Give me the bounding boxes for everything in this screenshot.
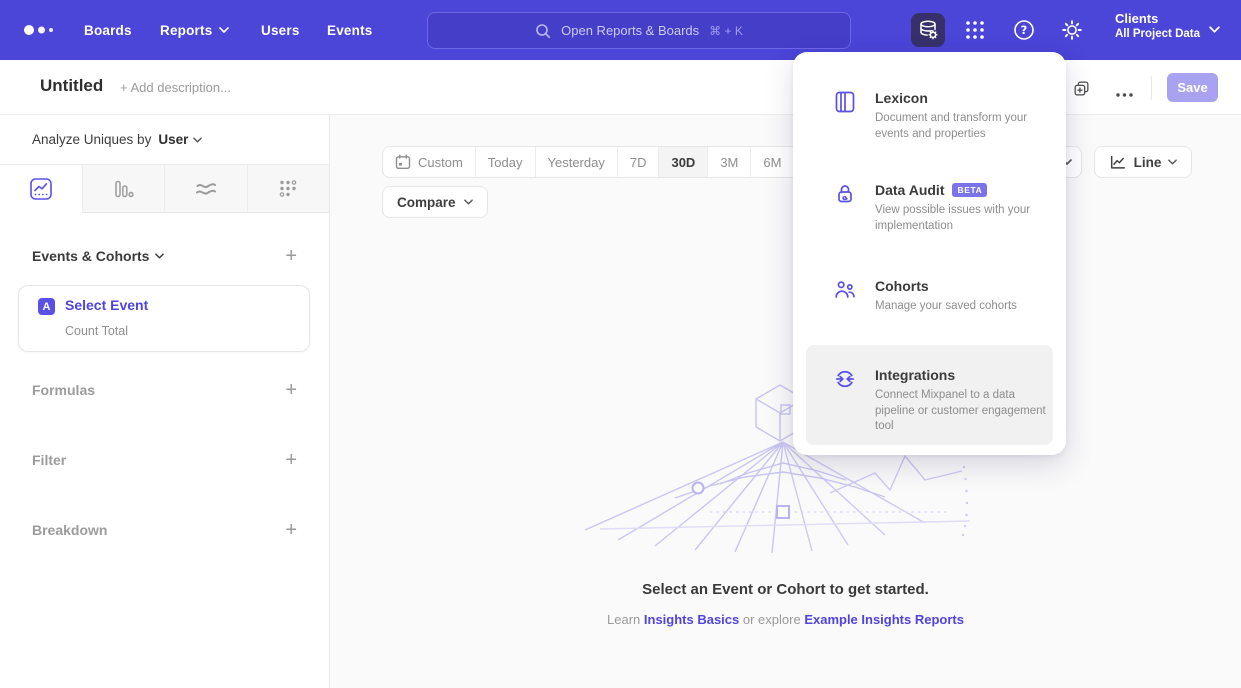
calendar-icon — [395, 154, 411, 170]
add-breakdown-button[interactable]: + — [285, 521, 297, 539]
data-management-button[interactable] — [911, 13, 945, 47]
chevron-down-icon — [155, 253, 164, 259]
help-icon: ? — [1012, 18, 1036, 42]
line-chart-icon — [1109, 153, 1127, 171]
empty-state-links: Learn Insights Basics or explore Example… — [330, 612, 1241, 627]
chevron-down-icon — [1168, 159, 1177, 165]
menu-item-integrations[interactable]: Integrations Connect Mixpanel to a data … — [806, 345, 1053, 445]
menu-item-cohorts[interactable]: Cohorts Manage your saved cohorts — [806, 270, 1053, 318]
chevron-down-icon — [193, 137, 202, 143]
breakdown-row: Breakdown + — [32, 520, 297, 540]
chevron-down-icon — [1209, 26, 1220, 33]
event-card[interactable]: A Select Event Count Total — [18, 285, 310, 352]
learn-prefix: Learn — [607, 612, 644, 627]
nav-item-reports[interactable]: Reports — [160, 0, 229, 60]
menu-item-data-audit[interactable]: Data Audit BETA View possible issues wit… — [806, 174, 1053, 246]
analyze-entity-dropdown[interactable]: User — [158, 132, 202, 147]
lexicon-icon — [833, 90, 857, 114]
search-input[interactable]: Open Reports & Boards ⌘ + K — [427, 12, 851, 49]
analyze-row: Analyze Uniques by User — [0, 115, 329, 165]
ellipsis-icon — [1115, 92, 1134, 98]
explore-text: or explore — [739, 612, 804, 627]
tab-metric-grid[interactable] — [248, 165, 330, 213]
header-divider — [1151, 76, 1152, 100]
example-reports-link[interactable]: Example Insights Reports — [804, 612, 964, 627]
project-name: All Project Data — [1115, 27, 1200, 42]
apps-grid-button[interactable] — [958, 13, 992, 47]
search-shortcut: ⌘ + K — [709, 24, 743, 38]
integrations-icon — [833, 367, 857, 391]
help-button[interactable]: ? — [1007, 13, 1041, 47]
range-7d[interactable]: 7D — [618, 147, 660, 177]
duplicate-icon — [1072, 79, 1091, 98]
beta-badge: BETA — [952, 183, 987, 197]
top-nav: Boards Reports Users Events Open Reports… — [0, 0, 1241, 60]
bar-chart-tab-icon — [112, 178, 134, 200]
search-placeholder: Open Reports & Boards — [561, 23, 699, 38]
add-filter-button[interactable]: + — [285, 451, 297, 469]
data-audit-icon — [833, 182, 857, 206]
insights-basics-link[interactable]: Insights Basics — [644, 612, 739, 627]
empty-state-title: Select an Event or Cohort to get started… — [330, 581, 1241, 598]
nav-item-users[interactable]: Users — [261, 0, 300, 60]
chevron-down-icon — [219, 27, 229, 33]
settings-button[interactable] — [1055, 13, 1089, 47]
nav-item-events[interactable]: Events — [327, 0, 372, 60]
range-yesterday[interactable]: Yesterday — [536, 147, 618, 177]
analyze-label: Analyze Uniques by — [32, 132, 151, 147]
events-cohorts-toggle[interactable]: Events & Cohorts — [32, 248, 164, 264]
tab-flow-chart[interactable] — [165, 165, 248, 213]
count-total-label[interactable]: Count Total — [65, 324, 128, 338]
chart-type-dropdown[interactable]: Line — [1094, 146, 1192, 178]
range-6m[interactable]: 6M — [751, 147, 793, 177]
line-chart-tab-icon — [30, 178, 52, 200]
tab-bar-chart[interactable] — [83, 165, 166, 213]
grid-icon — [964, 19, 986, 41]
add-description-field[interactable]: + Add description... — [120, 80, 231, 95]
more-actions-button[interactable] — [1115, 85, 1134, 103]
duplicate-button[interactable] — [1072, 79, 1091, 103]
tab-insights-line[interactable] — [0, 165, 83, 213]
formulas-row: Formulas + — [32, 380, 297, 400]
menu-item-lexicon[interactable]: Lexicon Document and transform your even… — [806, 82, 1053, 146]
select-event-label[interactable]: Select Event — [65, 297, 148, 313]
save-button[interactable]: Save — [1167, 73, 1218, 102]
workspace-name: Clients — [1115, 10, 1200, 27]
database-gear-icon — [916, 18, 940, 42]
range-today[interactable]: Today — [476, 147, 536, 177]
mixpanel-logo-icon[interactable] — [24, 0, 58, 60]
chevron-down-icon — [464, 199, 473, 205]
svg-text:?: ? — [1021, 23, 1028, 37]
add-formula-button[interactable]: + — [285, 381, 297, 399]
report-title[interactable]: Untitled — [40, 76, 103, 96]
event-letter-badge: A — [38, 298, 55, 315]
range-custom[interactable]: Custom — [383, 147, 476, 177]
events-cohorts-header: Events & Cohorts + — [32, 247, 297, 265]
range-3m[interactable]: 3M — [708, 147, 751, 177]
report-canvas: Custom Today Yesterday 7D 30D 3M 6M Comp… — [330, 115, 1241, 688]
add-event-button[interactable]: + — [285, 247, 297, 265]
chart-type-tabs — [0, 165, 329, 213]
compare-button[interactable]: Compare — [382, 186, 488, 218]
flow-tab-icon — [195, 178, 217, 200]
cohorts-icon — [833, 278, 857, 302]
nav-item-boards[interactable]: Boards — [84, 0, 132, 60]
search-icon — [535, 23, 551, 39]
filter-row: Filter + — [32, 450, 297, 470]
gear-icon — [1060, 18, 1084, 42]
range-30d[interactable]: 30D — [659, 147, 708, 177]
query-builder-sidebar: Analyze Uniques by User — [0, 115, 330, 688]
dots-grid-tab-icon — [277, 178, 299, 200]
data-management-menu: Lexicon Document and transform your even… — [793, 52, 1066, 455]
project-selector[interactable]: Clients All Project Data — [1115, 10, 1200, 50]
